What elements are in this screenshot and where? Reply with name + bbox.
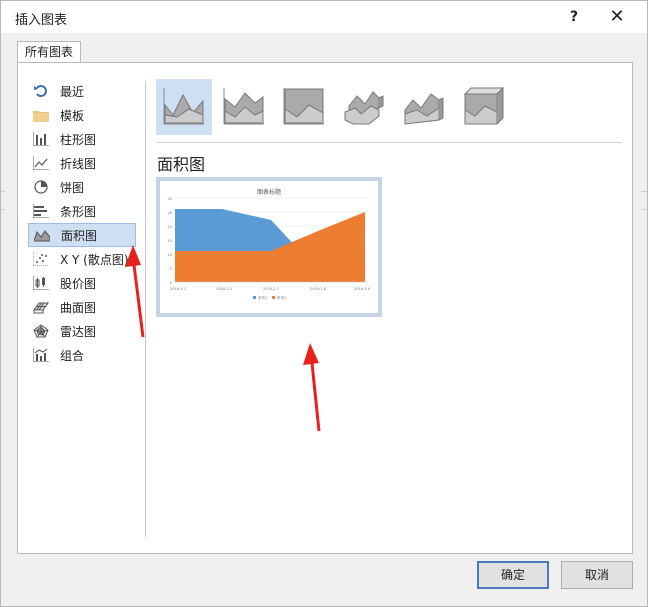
subtype-3d-percent-area[interactable] xyxy=(456,79,512,135)
annotation-arrow-left xyxy=(125,245,145,338)
folder-icon xyxy=(32,107,50,123)
area-subtype-icon xyxy=(163,87,205,128)
preview-chart-svg: 图表标题 0 5 10 15 20 25 30 2019-1-1 2019-1-… xyxy=(168,188,370,300)
category-item-line[interactable]: 折线图 xyxy=(28,151,136,175)
category-item-surface[interactable]: 曲面图 xyxy=(28,295,136,319)
category-list: 最近 模板 柱形图 折线图 饼图 条形图 面积图 X Y (散点图) 股价图 曲… xyxy=(28,79,136,367)
preview-y-tick: 10 xyxy=(168,253,172,257)
subtype-stacked-area[interactable] xyxy=(216,79,272,135)
preview-chart-title: 图表标题 xyxy=(257,188,281,196)
category-item-radar[interactable]: 雷达图 xyxy=(28,319,136,343)
background-line xyxy=(1,209,5,210)
category-label: 曲面图 xyxy=(60,300,97,315)
stock-chart-icon xyxy=(32,275,50,291)
subtype-percent-stacked-area[interactable] xyxy=(276,79,332,135)
subtype-3d-area[interactable] xyxy=(336,79,392,135)
preview-y-tick: 30 xyxy=(168,197,172,201)
preview-legend-swatch-2 xyxy=(272,296,275,299)
annotation-arrow-preview xyxy=(303,343,321,432)
category-label: 条形图 xyxy=(60,204,97,219)
category-label: 模板 xyxy=(60,108,85,123)
preview-y-tick: 25 xyxy=(168,211,172,215)
category-item-area[interactable]: 面积图 xyxy=(28,223,136,247)
category-item-recent[interactable]: 最近 xyxy=(28,79,136,103)
3d-percent-area-subtype-icon xyxy=(463,86,505,129)
category-label: 股价图 xyxy=(60,276,97,291)
preview-x-tick: 2019-1-5 xyxy=(216,287,232,291)
chart-preview[interactable]: 图表标题 0 5 10 15 20 25 30 2019-1-1 2019-1-… xyxy=(156,177,382,317)
category-label: X Y (散点图) xyxy=(60,252,129,267)
background-line xyxy=(641,191,647,192)
category-label: 柱形图 xyxy=(60,132,97,147)
ok-button[interactable]: 确定 xyxy=(477,561,549,589)
category-label: 面积图 xyxy=(61,228,98,243)
preview-legend-1: 系列1 xyxy=(258,295,267,300)
subtype-area[interactable] xyxy=(156,79,212,135)
preview-x-tick: 2019-1-1 xyxy=(170,287,186,291)
category-label: 雷达图 xyxy=(60,324,97,339)
column-chart-icon xyxy=(32,131,50,147)
line-chart-icon xyxy=(32,155,50,171)
preview-y-tick: 15 xyxy=(168,239,172,243)
preview-x-tick: 2019-1-7 xyxy=(263,287,279,291)
category-item-bar[interactable]: 条形图 xyxy=(28,199,136,223)
category-item-column[interactable]: 柱形图 xyxy=(28,127,136,151)
preview-y-tick: 5 xyxy=(170,267,172,271)
stacked-area-subtype-icon xyxy=(223,87,265,128)
pie-chart-icon xyxy=(32,179,50,195)
title-bar: 插入图表 ? ✕ xyxy=(1,1,647,33)
category-item-stock[interactable]: 股价图 xyxy=(28,271,136,295)
section-title: 面积图 xyxy=(157,155,206,174)
category-item-pie[interactable]: 饼图 xyxy=(28,175,136,199)
subtype-3d-stacked-area[interactable] xyxy=(396,79,452,135)
preview-legend-swatch-1 xyxy=(253,296,256,299)
percent-stacked-area-subtype-icon xyxy=(283,87,325,128)
background-line xyxy=(641,209,647,210)
combo-chart-icon xyxy=(32,347,50,363)
bar-chart-icon xyxy=(32,203,50,219)
insert-chart-dialog: 插入图表 ? ✕ 所有图表 最近 模板 柱形图 折线图 饼图 条形图 面积图 X… xyxy=(0,0,648,607)
category-item-templates[interactable]: 模板 xyxy=(28,103,136,127)
background-line xyxy=(1,191,5,192)
close-button[interactable]: ✕ xyxy=(606,6,628,28)
category-label: 最近 xyxy=(60,84,85,99)
preview-y-tick: 0 xyxy=(170,281,172,285)
preview-legend-2: 系列2 xyxy=(277,295,286,300)
dialog-title: 插入图表 xyxy=(15,13,68,28)
tab-all-charts[interactable]: 所有图表 xyxy=(17,41,81,63)
cancel-button[interactable]: 取消 xyxy=(561,561,633,589)
category-item-combo[interactable]: 组合 xyxy=(28,343,136,367)
chart-panel: 最近 模板 柱形图 折线图 饼图 条形图 面积图 X Y (散点图) 股价图 曲… xyxy=(17,62,633,554)
recent-icon xyxy=(32,83,50,99)
category-label: 饼图 xyxy=(60,180,85,195)
category-item-scatter[interactable]: X Y (散点图) xyxy=(28,247,136,271)
category-label: 折线图 xyxy=(60,156,97,171)
gallery-divider xyxy=(156,142,622,143)
help-button[interactable]: ? xyxy=(563,6,585,28)
category-label: 组合 xyxy=(60,348,85,363)
preview-x-tick: 2019-1-9 xyxy=(354,287,370,291)
preview-x-tick: 2019-1-8 xyxy=(310,287,326,291)
area-chart-icon xyxy=(33,227,51,243)
radar-chart-icon xyxy=(32,323,50,339)
preview-y-tick: 20 xyxy=(168,225,172,229)
3d-area-subtype-icon xyxy=(343,86,385,129)
scatter-chart-icon xyxy=(32,251,50,267)
surface-chart-icon xyxy=(32,299,50,315)
3d-stacked-area-subtype-icon xyxy=(403,86,445,129)
